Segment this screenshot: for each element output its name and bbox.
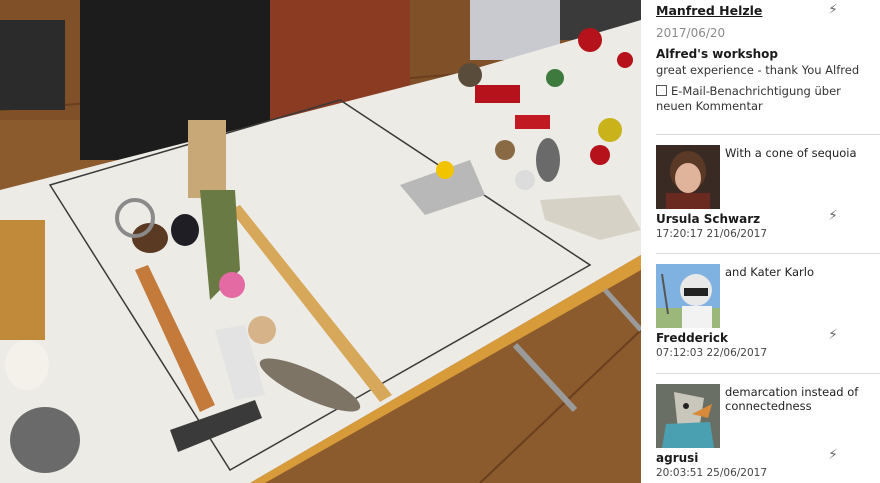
post-title: Alfred's workshop [656,47,779,61]
comment-author[interactable]: Ursula Schwarz [656,212,760,226]
avatar[interactable] [656,145,720,209]
post-author-link[interactable]: Manfred Helzle [656,4,762,18]
divider [656,253,880,254]
comment-text: demarcation instead of connectedness [725,385,859,413]
post-header: Manfred Helzle ⚡ [656,0,880,22]
comment-author[interactable]: Fredderick [656,331,728,345]
divider [656,373,880,374]
avatar[interactable] [656,384,720,448]
email-notification-checkbox[interactable] [656,85,667,96]
comment-item: demarcation instead of connectedness agr… [656,384,880,483]
flash-icon[interactable]: ⚡ [828,328,838,342]
flash-icon[interactable]: ⚡ [828,3,838,17]
comment-item: With a cone of sequoia Ursula Schwarz 17… [656,145,880,263]
email-notification-label: E-Mail-Benachrichtigung über neuen Komme… [656,84,841,113]
workshop-photo-drawing [0,0,641,483]
divider [656,134,880,135]
post-text: great experience - thank You Alfred [656,63,860,77]
avatar[interactable] [656,264,720,328]
avatar-image-fredderick [656,264,720,328]
comment-text: With a cone of sequoia [725,146,857,160]
avatar-image-ursula [656,145,720,209]
avatar-image-agrusi [656,384,720,448]
comment-timestamp: 17:20:17 21/06/2017 [656,228,768,240]
comment-item: and Kater Karlo Fredderick 07:12:03 22/0… [656,264,880,382]
comment-timestamp: 07:12:03 22/06/2017 [656,347,768,359]
flash-icon[interactable]: ⚡ [828,448,838,462]
comment-text: and Kater Karlo [725,265,814,279]
post-info: Manfred Helzle ⚡ 2017/06/20 Alfred's wor… [656,0,880,114]
flash-icon[interactable]: ⚡ [828,209,838,223]
email-notification-option[interactable]: E-Mail-Benachrichtigung über neuen Komme… [656,84,880,114]
comment-author[interactable]: agrusi [656,451,698,465]
post-date: 2017/06/20 [656,26,726,40]
workshop-photo [0,0,641,483]
comment-timestamp: 20:03:51 25/06/2017 [656,467,768,479]
comment-sidebar: Manfred Helzle ⚡ 2017/06/20 Alfred's wor… [641,0,880,483]
